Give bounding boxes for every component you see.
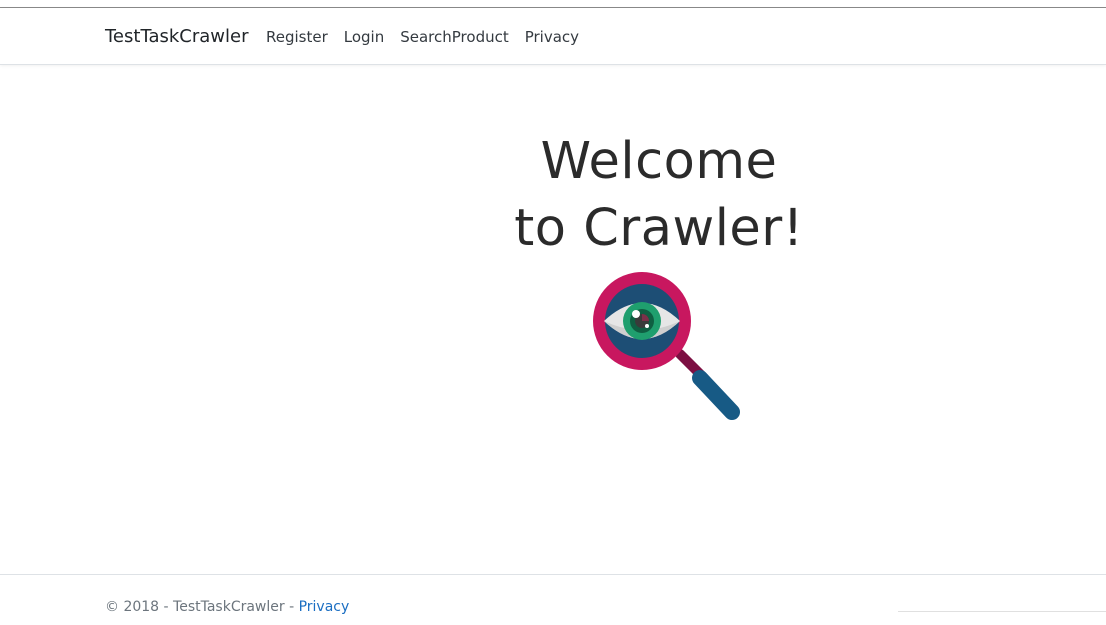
footer-privacy-link[interactable]: Privacy — [299, 599, 350, 615]
brand-link[interactable]: TestTaskCrawler — [105, 25, 249, 49]
handle-grip — [692, 370, 740, 420]
welcome-heading: Welcome to Crawler! — [455, 128, 863, 262]
eye-glint — [632, 310, 640, 318]
footer: © 2018 - TestTaskCrawler - Privacy — [0, 574, 1106, 625]
magnifier-eye-icon — [593, 272, 740, 420]
nav-link-register[interactable]: Register — [266, 26, 328, 48]
footer-text: © 2018 - TestTaskCrawler - Privacy — [105, 597, 349, 617]
nav-link-privacy[interactable]: Privacy — [525, 26, 579, 48]
eye-glint-small — [645, 324, 649, 328]
nav-links: Register Login SearchProduct Privacy — [266, 26, 595, 48]
copyright-text: © 2018 - TestTaskCrawler - — [105, 599, 299, 615]
corner-divider — [898, 611, 1106, 612]
navbar: TestTaskCrawler Register Login SearchPro… — [0, 8, 1106, 65]
nav-link-searchproduct[interactable]: SearchProduct — [400, 26, 509, 48]
nav-link-login[interactable]: Login — [344, 26, 384, 48]
welcome-line-2: to Crawler! — [514, 199, 804, 258]
welcome-line-1: Welcome — [540, 132, 778, 191]
